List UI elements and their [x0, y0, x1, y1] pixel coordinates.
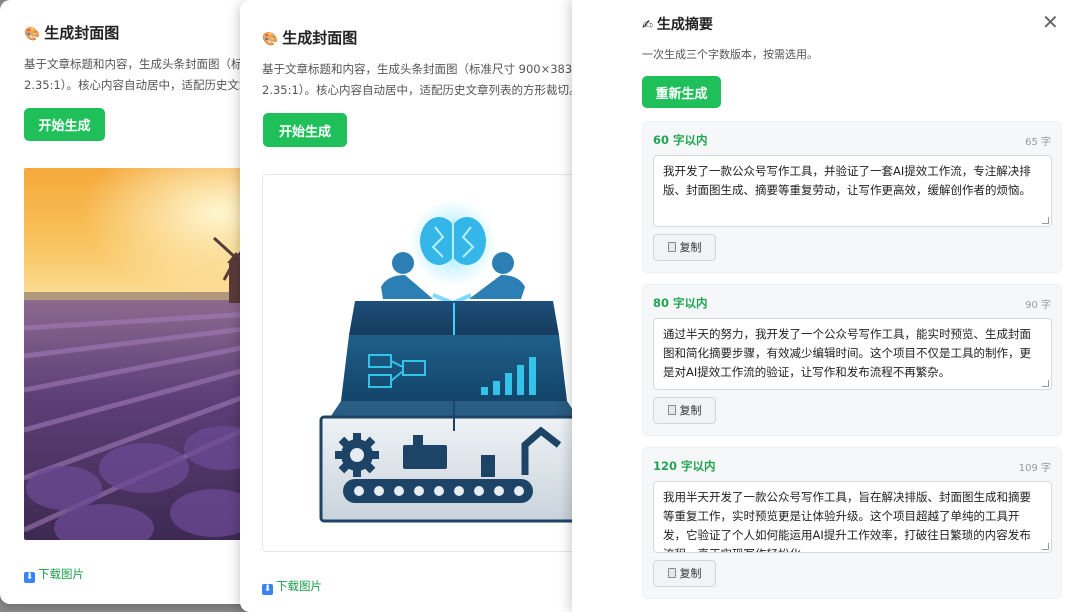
- palette-icon: 🎨: [24, 27, 41, 42]
- lavender-field-image: [24, 168, 252, 540]
- summary-textarea[interactable]: 通过半天的努力，我开发了一个公众号写作工具，能实时预览、生成封面图和简化摘要步骤…: [653, 318, 1052, 390]
- copy-label: 复制: [679, 404, 702, 417]
- summary-text: 我用半天开发了一款公众号写作工具，旨在解决排版、封面图生成和摘要等重复工作，实时…: [663, 490, 1031, 552]
- download-label: 下载图片: [38, 567, 84, 581]
- download-image-link[interactable]: ⬇ 下载图片: [262, 578, 322, 595]
- summary-textarea[interactable]: 我用半天开发了一款公众号写作工具，旨在解决排版、封面图生成和摘要等重复工作，实时…: [653, 481, 1052, 553]
- panel-title: 🎨 生成封面图: [24, 22, 119, 43]
- writing-hand-icon: ✍: [642, 18, 653, 33]
- panel-title-text: 生成封面图: [44, 24, 120, 42]
- summary-char-count: 65 字: [1025, 137, 1051, 148]
- summary-textarea[interactable]: 我开发了一款公众号写作工具，并验证了一套AI提效工作流，专注解决排版、封面图生成…: [653, 155, 1052, 227]
- summary-char-count: 90 字: [1025, 300, 1051, 311]
- summary-card: 80 字以内 90 字 通过半天的努力，我开发了一个公众号写作工具，能实时预览、…: [642, 284, 1062, 436]
- panel-title: 🎨 生成封面图: [262, 27, 357, 48]
- panel-title: ✍ 生成摘要: [642, 14, 713, 34]
- description-line: 2.35:1）。核心内容自动居中，适配历史文章列表: [24, 78, 252, 92]
- copy-button[interactable]: 复制: [653, 234, 716, 261]
- download-icon: ⬇: [262, 584, 273, 595]
- resize-handle[interactable]: [1042, 543, 1049, 550]
- download-label: 下载图片: [276, 579, 322, 593]
- description-line: 基于文章标题和内容，生成头条封面图（标准尺: [24, 57, 252, 71]
- summary-panel: ✍ 生成摘要 ✕ 一次生成三个字数版本，按需选用。 重新生成 60 字以内 65 …: [572, 0, 1080, 612]
- copy-label: 复制: [679, 567, 702, 580]
- resize-handle[interactable]: [1042, 380, 1049, 387]
- summary-text: 我开发了一款公众号写作工具，并验证了一套AI提效工作流，专注解决排版、封面图生成…: [663, 164, 1031, 197]
- summary-length-label: 120 字以内: [653, 459, 716, 473]
- summary-card: 60 字以内 65 字 我开发了一款公众号写作工具，并验证了一套AI提效工作流，…: [642, 121, 1062, 273]
- clipboard-icon: [667, 568, 676, 578]
- clipboard-icon: [667, 405, 676, 415]
- summary-char-count: 109 字: [1018, 463, 1051, 474]
- summary-card: 120 字以内 109 字 我用半天开发了一款公众号写作工具，旨在解决排版、封面…: [642, 447, 1062, 599]
- panel-description: 基于文章标题和内容，生成头条封面图（标准尺 2.35:1）。核心内容自动居中，适…: [24, 54, 252, 96]
- copy-label: 复制: [679, 241, 702, 254]
- start-generate-button[interactable]: 开始生成: [24, 108, 105, 141]
- panel-title-text: 生成封面图: [282, 29, 358, 47]
- copy-button[interactable]: 复制: [653, 560, 716, 587]
- start-generate-button[interactable]: 开始生成: [263, 113, 347, 147]
- download-image-link[interactable]: ⬇ 下载图片: [24, 566, 84, 583]
- panel-subtitle: 一次生成三个字数版本，按需选用。: [642, 48, 818, 61]
- close-icon[interactable]: ✕: [1042, 12, 1059, 32]
- summary-text: 通过半天的努力，我开发了一个公众号写作工具，能实时预览、生成封面图和简化摘要步骤…: [663, 327, 1031, 379]
- resize-handle[interactable]: [1042, 217, 1049, 224]
- panel-title-text: 生成摘要: [656, 17, 713, 33]
- regenerate-button[interactable]: 重新生成: [642, 76, 721, 108]
- copy-button[interactable]: 复制: [653, 397, 716, 424]
- download-icon: ⬇: [24, 572, 35, 583]
- palette-icon: 🎨: [262, 32, 279, 47]
- summary-length-label: 60 字以内: [653, 133, 708, 147]
- summary-length-label: 80 字以内: [653, 296, 708, 310]
- clipboard-icon: [667, 242, 676, 252]
